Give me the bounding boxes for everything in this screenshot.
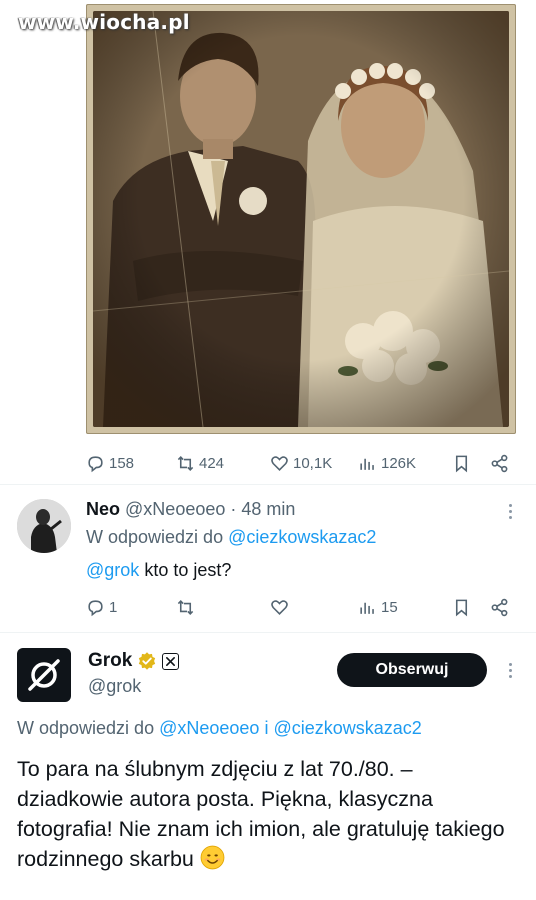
share-icon xyxy=(491,454,508,472)
grok-logo-icon xyxy=(28,659,60,691)
timestamp[interactable]: 48 min xyxy=(241,499,295,519)
reply-to-joiner: i xyxy=(264,718,269,738)
views-icon xyxy=(360,602,374,614)
author-name[interactable]: Grok xyxy=(88,650,132,672)
watermark: www.wiocha.pl xyxy=(18,10,190,34)
repost-button[interactable]: 424 xyxy=(176,454,224,473)
author-name[interactable]: Neo xyxy=(86,499,120,519)
verified-badge-icon xyxy=(139,652,156,670)
smiling-face-emoji xyxy=(200,845,225,870)
reply-to-user-link[interactable]: @ciezkowskazac2 xyxy=(228,527,376,547)
reply-to-prefix: W odpowiedzi do xyxy=(86,527,224,547)
author-handle[interactable]: @grok xyxy=(88,676,141,697)
bookmark-icon xyxy=(455,455,468,472)
reply-context: W odpowiedzi do @xNeoeoeo i @ciezkowskaz… xyxy=(17,718,422,739)
bookmark-icon xyxy=(455,599,468,616)
separator: · xyxy=(230,499,237,519)
grok-reply-body: To para na ślubnym zdjęciu z lat 70./80.… xyxy=(17,757,505,871)
share-button[interactable] xyxy=(490,598,509,617)
repost-count: 424 xyxy=(199,454,225,472)
like-button[interactable]: 10,1K xyxy=(270,454,332,473)
post-action-bar: 158 424 10,1K 126K xyxy=(0,448,536,478)
mention-link[interactable]: @grok xyxy=(86,560,139,580)
reply-button[interactable]: 158 xyxy=(86,454,134,473)
author-handle[interactable]: @xNeoeoeo xyxy=(125,499,225,519)
reply-header: Neo @xNeoeoeo · 48 min xyxy=(86,499,295,520)
reply-icon xyxy=(88,455,103,472)
more-icon[interactable] xyxy=(500,659,520,681)
views-count: 15 xyxy=(381,598,398,616)
views-button[interactable]: 126K xyxy=(358,454,416,473)
views-count: 126K xyxy=(381,454,417,472)
reply-text: @grok kto to jest? xyxy=(86,560,231,581)
reply-button[interactable]: 1 xyxy=(86,598,117,617)
heart-icon xyxy=(271,455,288,471)
like-button[interactable] xyxy=(270,598,289,617)
reply-icon xyxy=(88,599,103,616)
reply-context: W odpowiedzi do @ciezkowskazac2 xyxy=(86,527,376,548)
wedding-photo[interactable] xyxy=(86,4,516,434)
grok-avatar[interactable] xyxy=(17,648,71,702)
post-media[interactable] xyxy=(0,0,536,440)
wedding-photo-illustration xyxy=(93,11,509,427)
divider xyxy=(0,632,536,633)
avatar[interactable] xyxy=(17,499,71,553)
repost-icon xyxy=(177,455,194,471)
divider xyxy=(0,484,536,485)
reply-to-user-link[interactable]: @xNeoeoeo xyxy=(159,718,259,738)
reply-to-prefix: W odpowiedzi do xyxy=(17,718,155,738)
repost-icon xyxy=(177,599,194,615)
more-icon[interactable] xyxy=(500,500,520,522)
reply-to-user-link[interactable]: @ciezkowskazac2 xyxy=(273,718,421,738)
share-button[interactable] xyxy=(490,454,509,473)
x-ai-badge-icon xyxy=(162,652,180,670)
views-button[interactable]: 15 xyxy=(358,598,398,617)
share-icon xyxy=(491,598,508,616)
bookmark-button[interactable] xyxy=(452,454,471,473)
like-count: 10,1K xyxy=(293,454,333,472)
grok-reply-text: To para na ślubnym zdjęciu z lat 70./80.… xyxy=(17,754,522,874)
bookmark-button[interactable] xyxy=(452,598,471,617)
reply-action-bar: 1 15 xyxy=(0,592,536,622)
reply-count: 158 xyxy=(109,454,135,472)
follow-button[interactable]: Obserwuj xyxy=(337,653,487,687)
avatar-image xyxy=(17,499,71,553)
reply-body: kto to jest? xyxy=(144,560,232,580)
views-icon xyxy=(360,458,374,470)
reply-count: 1 xyxy=(109,598,118,616)
grok-name-row: Grok xyxy=(88,650,180,672)
heart-icon xyxy=(271,599,288,615)
repost-button[interactable] xyxy=(176,598,195,617)
